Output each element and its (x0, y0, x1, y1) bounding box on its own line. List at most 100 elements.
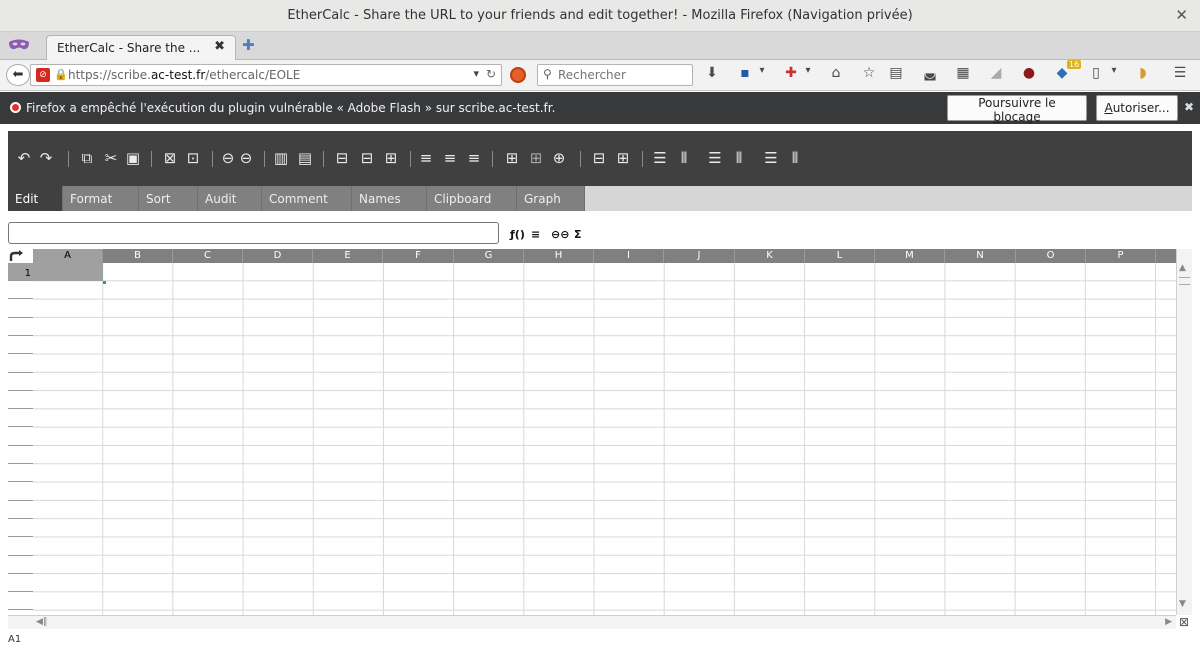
show-col-icon[interactable]: ⫴ (786, 149, 804, 169)
save-page-icon[interactable]: ▪ (737, 65, 753, 85)
menu-hamburger-icon[interactable]: ☰ (1172, 65, 1188, 85)
redo-icon[interactable]: ↷ (38, 149, 54, 169)
download-icon[interactable]: ⬇ (704, 65, 720, 85)
column-header[interactable]: L (805, 249, 875, 263)
hide-col-icon[interactable]: ⫴ (730, 149, 748, 169)
continue-blocking-button[interactable]: Poursuivre le blocage (947, 95, 1087, 124)
tab-sort[interactable]: Sort (139, 186, 198, 211)
tab-names[interactable]: Names (352, 186, 427, 211)
column-header[interactable]: N (945, 249, 1016, 263)
scroll-left-icon[interactable]: ◀‖ (36, 617, 47, 627)
column-header[interactable]: F (383, 249, 454, 263)
move-icon[interactable]: ⊞ (382, 149, 400, 169)
sum-button[interactable]: Σ (574, 228, 582, 241)
unlock-cell-icon[interactable]: ⊖ (238, 149, 254, 169)
row-header[interactable]: 10 (8, 428, 33, 446)
window-close-button[interactable]: ✕ (1175, 6, 1188, 24)
row-header[interactable]: 1 (8, 263, 33, 281)
apps-grid-icon[interactable]: ▦ (955, 65, 971, 85)
row-header[interactable]: 12 (8, 464, 33, 483)
home-icon[interactable]: ⌂ (828, 65, 844, 85)
ublock-icon[interactable]: ● (1021, 65, 1037, 85)
align-center-icon[interactable]: ≡ (442, 149, 458, 169)
row-header[interactable]: 2 (8, 281, 33, 300)
erase-icon[interactable]: ⊠ (161, 149, 179, 169)
hide-row-icon[interactable]: ☰ (706, 149, 724, 169)
paste-icon[interactable]: ▣ (124, 149, 142, 169)
row-header[interactable]: 6 (8, 355, 33, 373)
copy-icon[interactable]: ⧉ (78, 149, 96, 169)
tab-audit[interactable]: Audit (198, 186, 262, 211)
tab-clipboard[interactable]: Clipboard (427, 186, 517, 211)
delete-row-icon[interactable]: ⊟ (358, 149, 376, 169)
insert-row-after-icon[interactable]: ☰ (651, 149, 669, 169)
addon-icon[interactable]: ◗ (1135, 65, 1151, 85)
grid-cells[interactable] (33, 263, 1176, 615)
scroll-right-icon[interactable]: ▶ (1165, 617, 1172, 627)
column-header[interactable]: B (103, 249, 173, 263)
row-header[interactable]: 7 (8, 373, 33, 391)
tab-close-icon[interactable]: ✖ (214, 39, 225, 54)
horizontal-scrollbar[interactable]: ◀‖ ▶ (8, 615, 1176, 629)
formula-input[interactable] (8, 222, 499, 244)
borders-off-icon[interactable]: ⊞ (528, 149, 544, 169)
row-header[interactable]: 11 (8, 446, 33, 464)
row-header[interactable]: 8 (8, 391, 33, 410)
row-header[interactable]: 5 (8, 336, 33, 355)
bookmark-star-icon[interactable]: ☆ (861, 65, 877, 85)
row-header[interactable]: 9 (8, 409, 33, 428)
row-header[interactable]: 3 (8, 300, 33, 318)
tab-comment[interactable]: Comment (262, 186, 352, 211)
align-right-icon[interactable]: ≡ (466, 149, 482, 169)
column-header[interactable]: P (1086, 249, 1156, 263)
scroll-up-icon[interactable]: ▲ (1179, 263, 1186, 273)
clipboard-icon[interactable]: ▯ (1088, 65, 1104, 85)
paste-formats-icon[interactable]: ⊡ (184, 149, 202, 169)
url-dropdown-icon[interactable]: ▾ (473, 67, 479, 80)
multiline-button[interactable]: ≡ (531, 228, 540, 241)
selected-cell-a1[interactable] (33, 263, 103, 281)
pocket-icon[interactable]: ◛ (922, 65, 938, 85)
insert-col-after-icon[interactable]: ⫴ (675, 149, 693, 169)
column-header[interactable]: K (735, 249, 805, 263)
tab-graph[interactable]: Graph (517, 186, 585, 211)
row-header[interactable]: 14 (8, 501, 33, 519)
send-icon[interactable]: ◢ (988, 65, 1004, 85)
column-header[interactable]: M (875, 249, 945, 263)
column-header[interactable]: J (664, 249, 735, 263)
search-input[interactable] (558, 67, 688, 83)
extension-icon[interactable] (510, 67, 526, 83)
merge-cells-icon[interactable]: ⊕ (551, 149, 567, 169)
tab-format[interactable]: Format (63, 186, 139, 211)
column-header[interactable]: I (594, 249, 664, 263)
show-row-icon[interactable]: ☰ (762, 149, 780, 169)
cut-icon[interactable]: ✂ (102, 149, 120, 169)
lock-icon[interactable]: 🔒 (54, 68, 68, 81)
row-header[interactable]: 15 (8, 519, 33, 538)
clipboard-dropdown-icon[interactable]: ▾ (1108, 65, 1120, 85)
search-bar[interactable]: ⚲ (537, 64, 693, 86)
tab-edit[interactable]: Edit (8, 186, 63, 211)
insert-column-icon[interactable]: ▥ (272, 149, 290, 169)
lock-cell-icon[interactable]: ⊖ (220, 149, 236, 169)
zotero-dropdown-icon[interactable]: ▾ (802, 65, 814, 85)
column-header[interactable]: D (243, 249, 313, 263)
allow-button[interactable]: Autoriser... (1096, 95, 1178, 121)
column-header[interactable]: O (1016, 249, 1086, 263)
column-header[interactable]: A (33, 249, 103, 263)
vertical-scroll-thumb[interactable] (1179, 277, 1190, 285)
row-header[interactable]: 13 (8, 483, 33, 501)
align-left-icon[interactable]: ≡ (418, 149, 434, 169)
column-header[interactable]: G (454, 249, 524, 263)
row-header[interactable]: 18 (8, 574, 33, 593)
column-header[interactable]: C (173, 249, 243, 263)
grid-corner[interactable] (8, 249, 33, 263)
url-text[interactable]: https://scribe.ac-test.fr/ethercalc/EOLE (68, 68, 300, 82)
plugin-blocked-icon[interactable]: ⊘ (36, 68, 50, 82)
insert-row-icon[interactable]: ▤ (296, 149, 314, 169)
zotero-icon[interactable]: ✚ (783, 65, 799, 85)
back-button[interactable]: ⬅ (6, 64, 30, 86)
row-header[interactable]: 17 (8, 556, 33, 574)
row-header[interactable]: 4 (8, 318, 33, 336)
borders-on-icon[interactable]: ⊞ (504, 149, 520, 169)
